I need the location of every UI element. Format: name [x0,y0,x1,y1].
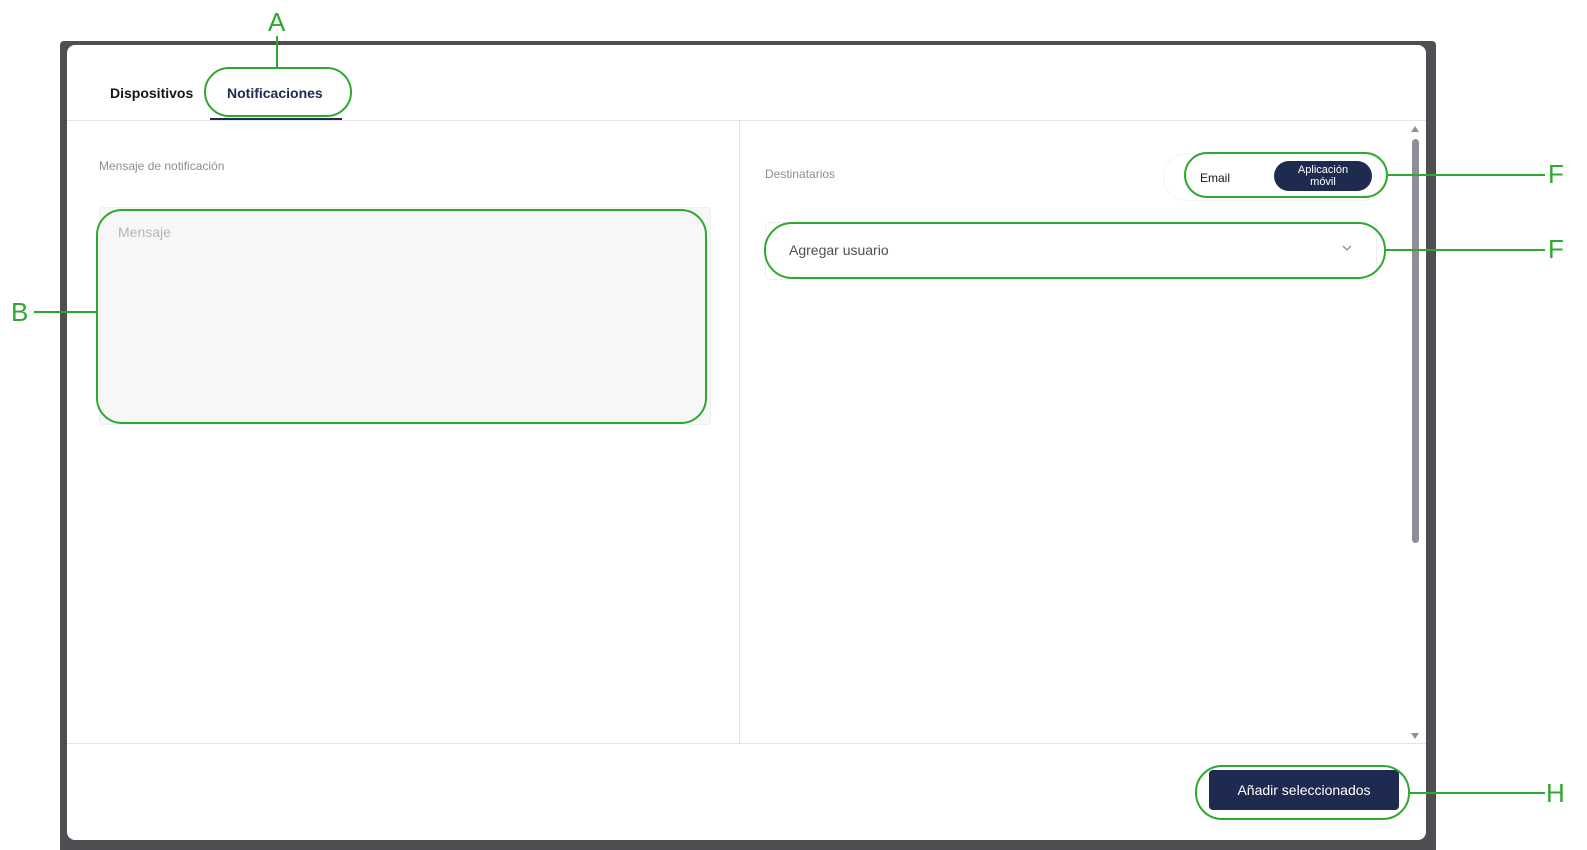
active-tab-indicator [210,118,342,120]
annotation-frame-tab [204,67,352,117]
message-section-label: Mensaje de notificación [99,159,225,173]
annotation-line-a [276,36,278,67]
annotation-line-f1 [1388,174,1545,176]
scroll-up-arrow-icon[interactable] [1411,126,1419,132]
annotation-letter-f2: F [1548,234,1564,264]
annotation-frame-toggle [1184,152,1388,198]
recipients-section-label: Destinatarios [765,167,836,181]
annotation-line-h [1410,792,1545,794]
annotation-frame-message [96,209,707,424]
scroll-down-arrow-icon[interactable] [1411,733,1419,739]
column-divider [739,120,740,743]
scrollbar[interactable] [1407,123,1423,741]
annotation-line-f2 [1386,249,1545,251]
annotation-letter-h: H [1546,778,1565,808]
annotation-frame-user-select [764,222,1386,279]
scrollbar-thumb[interactable] [1412,139,1419,543]
annotation-letter-b: B [11,297,29,327]
annotation-line-b [34,311,96,313]
annotation-frame-button [1195,765,1410,820]
annotation-letter-f1: F [1548,159,1564,189]
tab-dispositivos[interactable]: Dispositivos [110,85,193,101]
annotation-letter-a: A [268,7,286,37]
